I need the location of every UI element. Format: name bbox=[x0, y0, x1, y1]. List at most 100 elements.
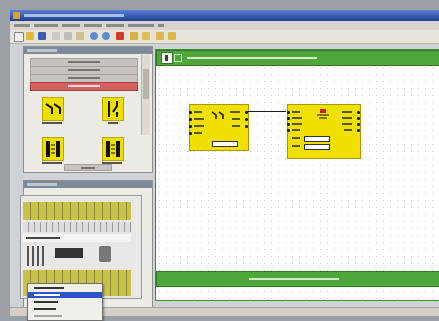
section-number bbox=[161, 52, 173, 64]
port-label bbox=[292, 137, 300, 139]
redo-icon[interactable] bbox=[168, 32, 176, 40]
block-parameter-field[interactable] bbox=[212, 141, 238, 147]
usb-port-icon bbox=[99, 246, 111, 262]
port-label bbox=[342, 111, 352, 113]
port-label bbox=[292, 123, 302, 125]
light-curtain-icon bbox=[106, 141, 120, 157]
output-port[interactable] bbox=[357, 123, 360, 126]
port-label bbox=[342, 117, 352, 119]
device-display bbox=[55, 248, 83, 258]
copy-icon[interactable] bbox=[64, 32, 72, 40]
menu-item-view[interactable] bbox=[62, 24, 80, 27]
scrollbar-thumb[interactable] bbox=[143, 69, 149, 99]
terminal-strip bbox=[23, 202, 131, 220]
canvas-footer-bar bbox=[156, 271, 439, 287]
context-menu-item[interactable] bbox=[28, 299, 102, 305]
paste-icon[interactable] bbox=[76, 32, 84, 40]
two-hand-switch-icon bbox=[45, 103, 61, 114]
output-port[interactable] bbox=[245, 118, 248, 121]
function-block-output[interactable] bbox=[287, 104, 361, 159]
symbol-label bbox=[108, 122, 118, 124]
symbol-library-panel bbox=[23, 46, 153, 173]
edit-icon[interactable] bbox=[174, 54, 182, 62]
port-label bbox=[194, 132, 202, 134]
port-label bbox=[292, 111, 300, 113]
port-label bbox=[292, 129, 300, 131]
menu-item-file[interactable] bbox=[14, 24, 30, 27]
input-port[interactable] bbox=[189, 132, 192, 135]
context-menu-item[interactable] bbox=[28, 306, 102, 312]
run-icon[interactable] bbox=[116, 32, 124, 40]
context-menu bbox=[27, 283, 103, 321]
undo-icon[interactable] bbox=[156, 32, 164, 40]
port-label bbox=[232, 125, 240, 127]
menu-item-insert[interactable] bbox=[84, 24, 102, 27]
open-folder-icon[interactable] bbox=[26, 32, 34, 40]
print-icon[interactable] bbox=[130, 32, 138, 40]
canvas-footer-text bbox=[249, 278, 339, 280]
category-button-4[interactable] bbox=[30, 82, 138, 91]
port-label bbox=[292, 117, 302, 119]
input-port[interactable] bbox=[287, 129, 290, 132]
symbol-label bbox=[42, 122, 62, 124]
new-file-icon[interactable] bbox=[14, 32, 24, 42]
parameter-field[interactable] bbox=[304, 144, 330, 150]
port-label bbox=[342, 123, 352, 125]
output-port[interactable] bbox=[357, 111, 360, 114]
library-footer-button[interactable] bbox=[64, 164, 112, 171]
light-curtain-icon bbox=[46, 141, 60, 157]
input-port[interactable] bbox=[287, 111, 290, 114]
device-brand-strip bbox=[23, 234, 131, 242]
symbol-contact-switch[interactable] bbox=[102, 97, 124, 121]
two-hand-switch-icon bbox=[211, 111, 224, 119]
contact-switch-icon bbox=[108, 101, 118, 117]
function-block-input[interactable] bbox=[189, 104, 249, 151]
zoom-in-icon[interactable] bbox=[90, 32, 98, 40]
symbol-light-curtain-2[interactable] bbox=[102, 137, 124, 161]
port-label bbox=[194, 111, 202, 113]
port-label bbox=[194, 125, 204, 127]
brand-logo bbox=[26, 237, 60, 239]
input-port[interactable] bbox=[287, 117, 290, 120]
symbol-library-header[interactable] bbox=[24, 47, 152, 54]
symbol-light-curtain[interactable] bbox=[42, 137, 64, 161]
cut-icon[interactable] bbox=[52, 32, 60, 40]
window-title bbox=[24, 14, 124, 17]
port-label bbox=[194, 118, 204, 120]
menu-item-help[interactable] bbox=[158, 24, 164, 27]
menu-item-device[interactable] bbox=[106, 24, 124, 27]
connection-wire[interactable] bbox=[247, 111, 286, 112]
symbol-two-hand-switch[interactable] bbox=[42, 97, 64, 121]
input-port[interactable] bbox=[189, 125, 192, 128]
toolbar bbox=[10, 30, 439, 44]
save-icon[interactable] bbox=[38, 32, 46, 40]
output-port[interactable] bbox=[245, 125, 248, 128]
input-port[interactable] bbox=[287, 123, 290, 126]
context-menu-item[interactable] bbox=[28, 313, 102, 319]
menu-item-edit[interactable] bbox=[34, 24, 58, 27]
port-label bbox=[232, 118, 240, 120]
led-column bbox=[27, 246, 47, 266]
terminal-strip bbox=[23, 222, 131, 232]
parameter-field[interactable] bbox=[304, 136, 330, 142]
menu-item-extras[interactable] bbox=[128, 24, 154, 27]
grid-icon[interactable] bbox=[142, 32, 150, 40]
hardware-panel-header[interactable] bbox=[24, 181, 152, 188]
menu-bar bbox=[10, 21, 439, 30]
context-menu-item-highlighted[interactable] bbox=[28, 292, 102, 298]
port-label bbox=[344, 129, 352, 131]
canvas-header-bar bbox=[156, 50, 439, 66]
window-title-bar[interactable] bbox=[10, 10, 439, 21]
port-label bbox=[230, 111, 240, 113]
output-port[interactable] bbox=[357, 117, 360, 120]
context-menu-item[interactable] bbox=[28, 285, 102, 291]
input-port[interactable] bbox=[189, 118, 192, 121]
diagram-canvas[interactable] bbox=[155, 49, 439, 301]
zoom-out-icon[interactable] bbox=[102, 32, 110, 40]
app-icon bbox=[13, 12, 20, 19]
canvas-header-text bbox=[187, 57, 317, 59]
input-port[interactable] bbox=[189, 111, 192, 114]
output-port[interactable] bbox=[357, 129, 360, 132]
library-scrollbar[interactable] bbox=[141, 55, 150, 135]
relay-icon bbox=[317, 109, 329, 119]
